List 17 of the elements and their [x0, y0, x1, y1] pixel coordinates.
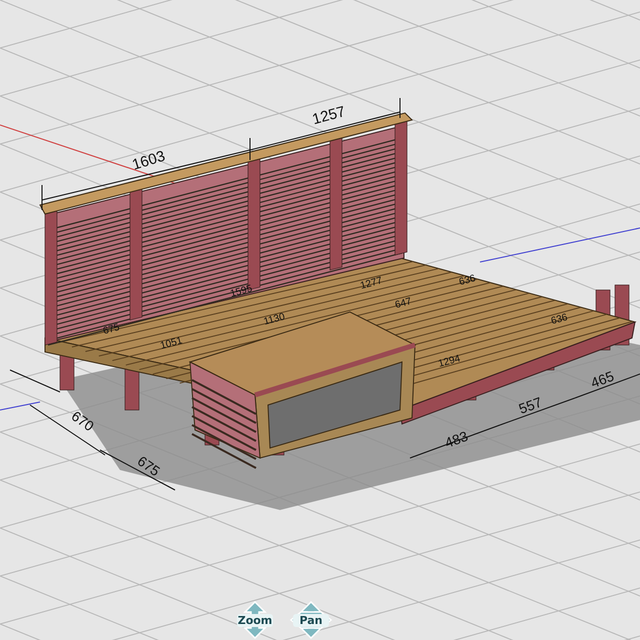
dimension-label: 1051	[159, 335, 184, 352]
dimension-label: 465	[588, 368, 616, 391]
dimension-label: 1294	[437, 353, 462, 370]
dimension-label: 670	[68, 408, 98, 434]
dimension-label: 1603	[130, 148, 168, 174]
dimension-label: 675	[102, 322, 121, 338]
dimension-label: 1257	[310, 103, 348, 128]
dimension-label: 1277	[359, 275, 384, 292]
dimension-label: 557	[516, 394, 544, 417]
dimension-label: 647	[394, 296, 413, 312]
dimension-label: 636	[550, 312, 569, 328]
dimension-label: 1595	[229, 283, 254, 300]
dimension-label: 1130	[262, 312, 286, 328]
dimension-label: 483	[442, 428, 470, 451]
cad-viewport[interactable]: 1603 1257 675 1051 1595 1130 1277 647 636 636 1294 670 675 483 557 465 Zoom Pan	[0, 0, 640, 640]
dimension-label: 675	[134, 452, 164, 480]
dimension-label: 636	[458, 273, 477, 288]
